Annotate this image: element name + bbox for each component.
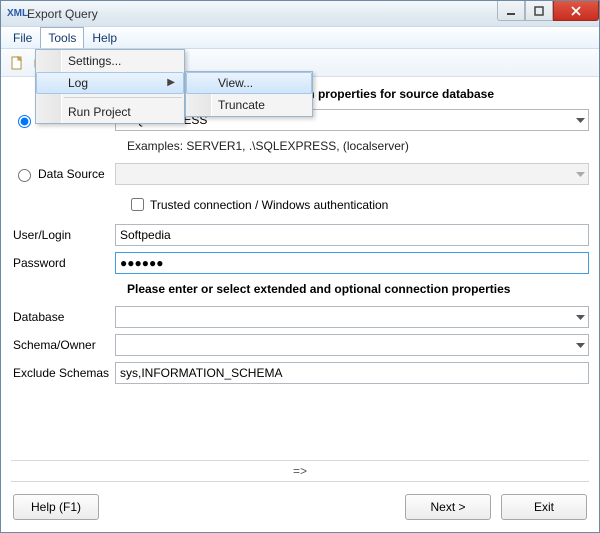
tools-dropdown: Settings... Log ▶ Run Project [35,49,185,124]
submenu-arrow-icon: ▶ [167,73,175,93]
label-exclude: Exclude Schemas [11,366,115,380]
help-button[interactable]: Help (F1) [13,494,99,520]
minimize-button[interactable] [497,1,525,21]
label-datasource: Data Source [38,167,105,181]
label-user: User/Login [11,228,115,242]
title-bar: XML Export Query [1,1,599,27]
maximize-button[interactable] [525,1,553,21]
label-trusted: Trusted connection / Windows authenticat… [150,198,388,212]
row-schema: Schema/Owner [11,334,589,356]
checkbox-trusted[interactable] [131,198,144,211]
menu-file[interactable]: File [5,27,40,48]
schema-combo[interactable] [115,334,589,356]
row-password: Password [11,252,589,274]
row-user: User/Login [11,224,589,246]
database-combo[interactable] [115,306,589,328]
chevron-down-icon [576,310,585,324]
menu-item-log-label: Log [68,76,88,90]
new-file-icon[interactable] [7,53,27,73]
chevron-down-icon [576,167,585,181]
app-icon: XML [7,8,23,20]
label-schema: Schema/Owner [11,338,115,352]
datasource-combo [115,163,589,185]
section2-title: Please enter or select extended and opti… [115,282,589,296]
server-example-text: Examples: SERVER1, .\SQLEXPRESS, (locals… [115,137,589,163]
radio-server[interactable] [18,115,31,128]
menu-bar: File Tools Help [1,27,599,49]
next-button[interactable]: Next > [405,494,491,520]
menu-item-log[interactable]: Log ▶ [36,72,184,94]
user-input[interactable] [115,224,589,246]
app-window: XML Export Query File Tools Help [0,0,600,533]
window-title: Export Query [27,7,98,21]
footer-buttons: Help (F1) Next > Exit [1,482,599,532]
chevron-down-icon [576,113,585,127]
menu-help[interactable]: Help [84,27,125,48]
label-database: Database [11,310,115,324]
close-button[interactable] [553,1,599,21]
row-trusted: Trusted connection / Windows authenticat… [115,191,589,224]
row-database: Database [11,306,589,328]
exit-button[interactable]: Exit [501,494,587,520]
radio-datasource[interactable] [18,169,31,182]
password-input[interactable] [115,252,589,274]
log-submenu: View... Truncate [185,71,313,117]
chevron-down-icon [576,338,585,352]
status-arrow: => [293,464,307,478]
menu-item-view[interactable]: View... [186,72,312,94]
row-datasource: Data Source [11,163,589,185]
menu-separator [64,97,182,98]
menu-item-run-project[interactable]: Run Project [36,101,184,123]
window-controls [497,1,599,21]
row-exclude: Exclude Schemas [11,362,589,384]
label-password: Password [11,256,115,270]
menu-item-truncate[interactable]: Truncate [186,94,312,116]
exclude-input[interactable] [115,362,589,384]
menu-item-settings[interactable]: Settings... [36,50,184,72]
menu-tools[interactable]: Tools [40,27,84,48]
form-content: ction properties for source database Ser… [1,77,599,460]
status-strip: => [11,460,589,482]
